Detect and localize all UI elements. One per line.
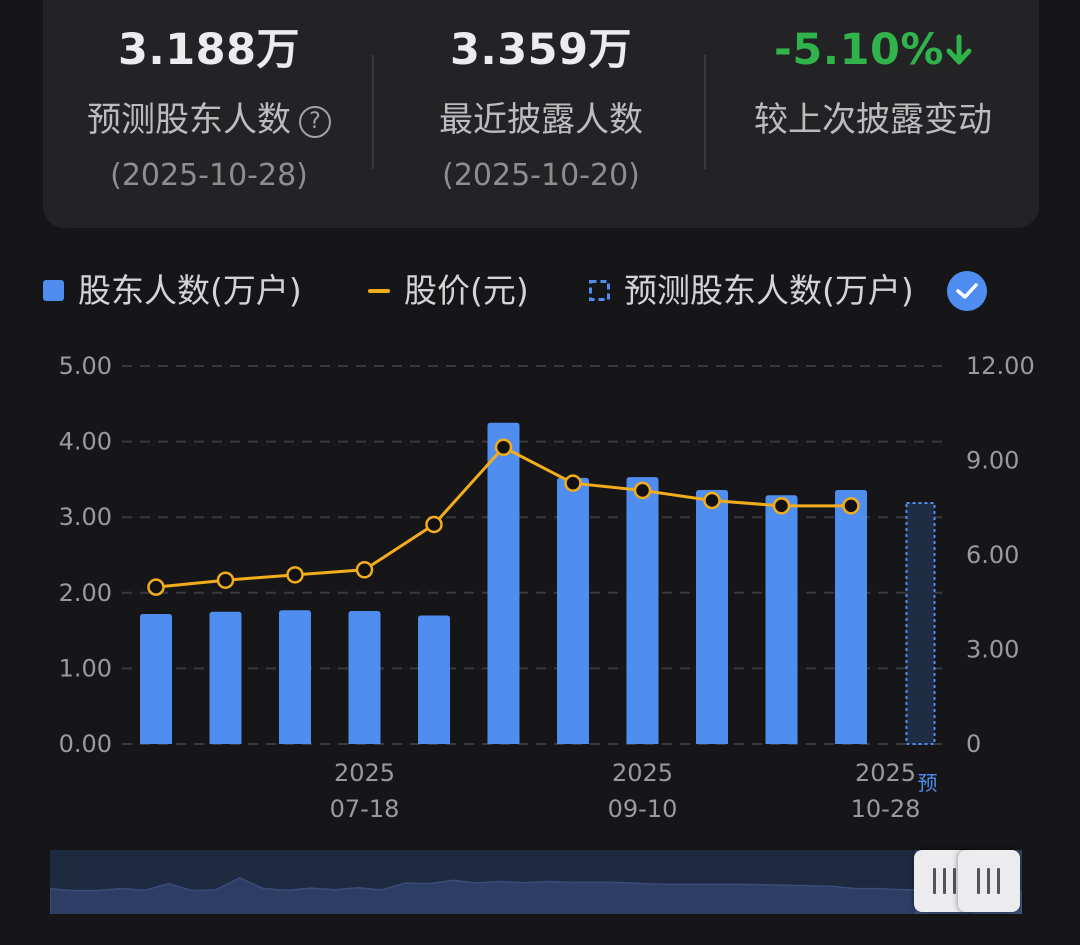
holder-bar (765, 495, 798, 744)
holder-bar (140, 613, 172, 744)
price-point (842, 497, 860, 515)
forecast-bar (905, 501, 936, 746)
left-axis-tick: 5.00 (59, 352, 112, 380)
range-handle-right[interactable] (958, 850, 1020, 912)
holder-bar (626, 477, 659, 744)
price-point (494, 438, 513, 457)
holder-bar (557, 477, 589, 744)
right-axis-tick: 3.00 (966, 636, 1019, 664)
right-axis-tick: 12.00 (966, 352, 1035, 380)
price-point (564, 474, 582, 492)
left-axis-tick: 1.00 (59, 654, 112, 682)
right-axis-tick: 6.00 (966, 541, 1019, 569)
holder-bar (487, 422, 520, 744)
price-point (286, 566, 304, 584)
navigator-area (49, 850, 1023, 914)
holder-bars (140, 422, 867, 744)
price-point (216, 571, 235, 589)
grip-icon (977, 868, 1001, 894)
x-axis-year: 2025 (334, 759, 395, 787)
left-axis-tick: 2.00 (59, 579, 112, 607)
holder-bar (835, 489, 867, 744)
x-axis-date: 10-28 (851, 795, 921, 823)
grip-icon (933, 868, 957, 894)
left-axis-tick: 0.00 (59, 730, 112, 758)
right-axis: 12.00 9.00 6.00 3.00 0 (966, 352, 1035, 758)
price-point (147, 578, 165, 596)
price-point (425, 515, 443, 534)
range-navigator[interactable] (49, 850, 1023, 914)
price-point (703, 491, 721, 510)
left-axis: 5.00 4.00 3.00 2.00 1.00 0.00 (59, 352, 112, 758)
holder-bar (418, 615, 450, 744)
price-point (355, 561, 374, 579)
x-axis-year: 2025 (612, 759, 673, 787)
price-point (633, 481, 652, 500)
x-axis: 2025 07-18 2025 09-10 2025 10-28预 (330, 759, 938, 823)
holder-count-chart: 5.00 4.00 3.00 2.00 1.00 0.00 12.00 9.00 6.00 3.… (59, 352, 1035, 823)
left-axis-tick: 4.00 (59, 428, 112, 456)
forecast-bars (905, 501, 936, 746)
x-axis-date: 07-18 (330, 795, 400, 823)
price-point (772, 497, 791, 515)
holder-bar (348, 610, 381, 744)
right-axis-tick: 0 (966, 730, 981, 758)
grid-lines (122, 365, 950, 745)
holder-bar (209, 611, 242, 744)
left-axis-tick: 3.00 (59, 503, 112, 531)
x-axis-year: 2025 (855, 759, 916, 787)
forecast-tag: 预 (918, 771, 938, 795)
x-axis-date: 09-10 (608, 795, 678, 823)
right-axis-tick: 9.00 (966, 447, 1019, 475)
holder-bar (279, 610, 311, 744)
holder-bar (696, 489, 728, 744)
